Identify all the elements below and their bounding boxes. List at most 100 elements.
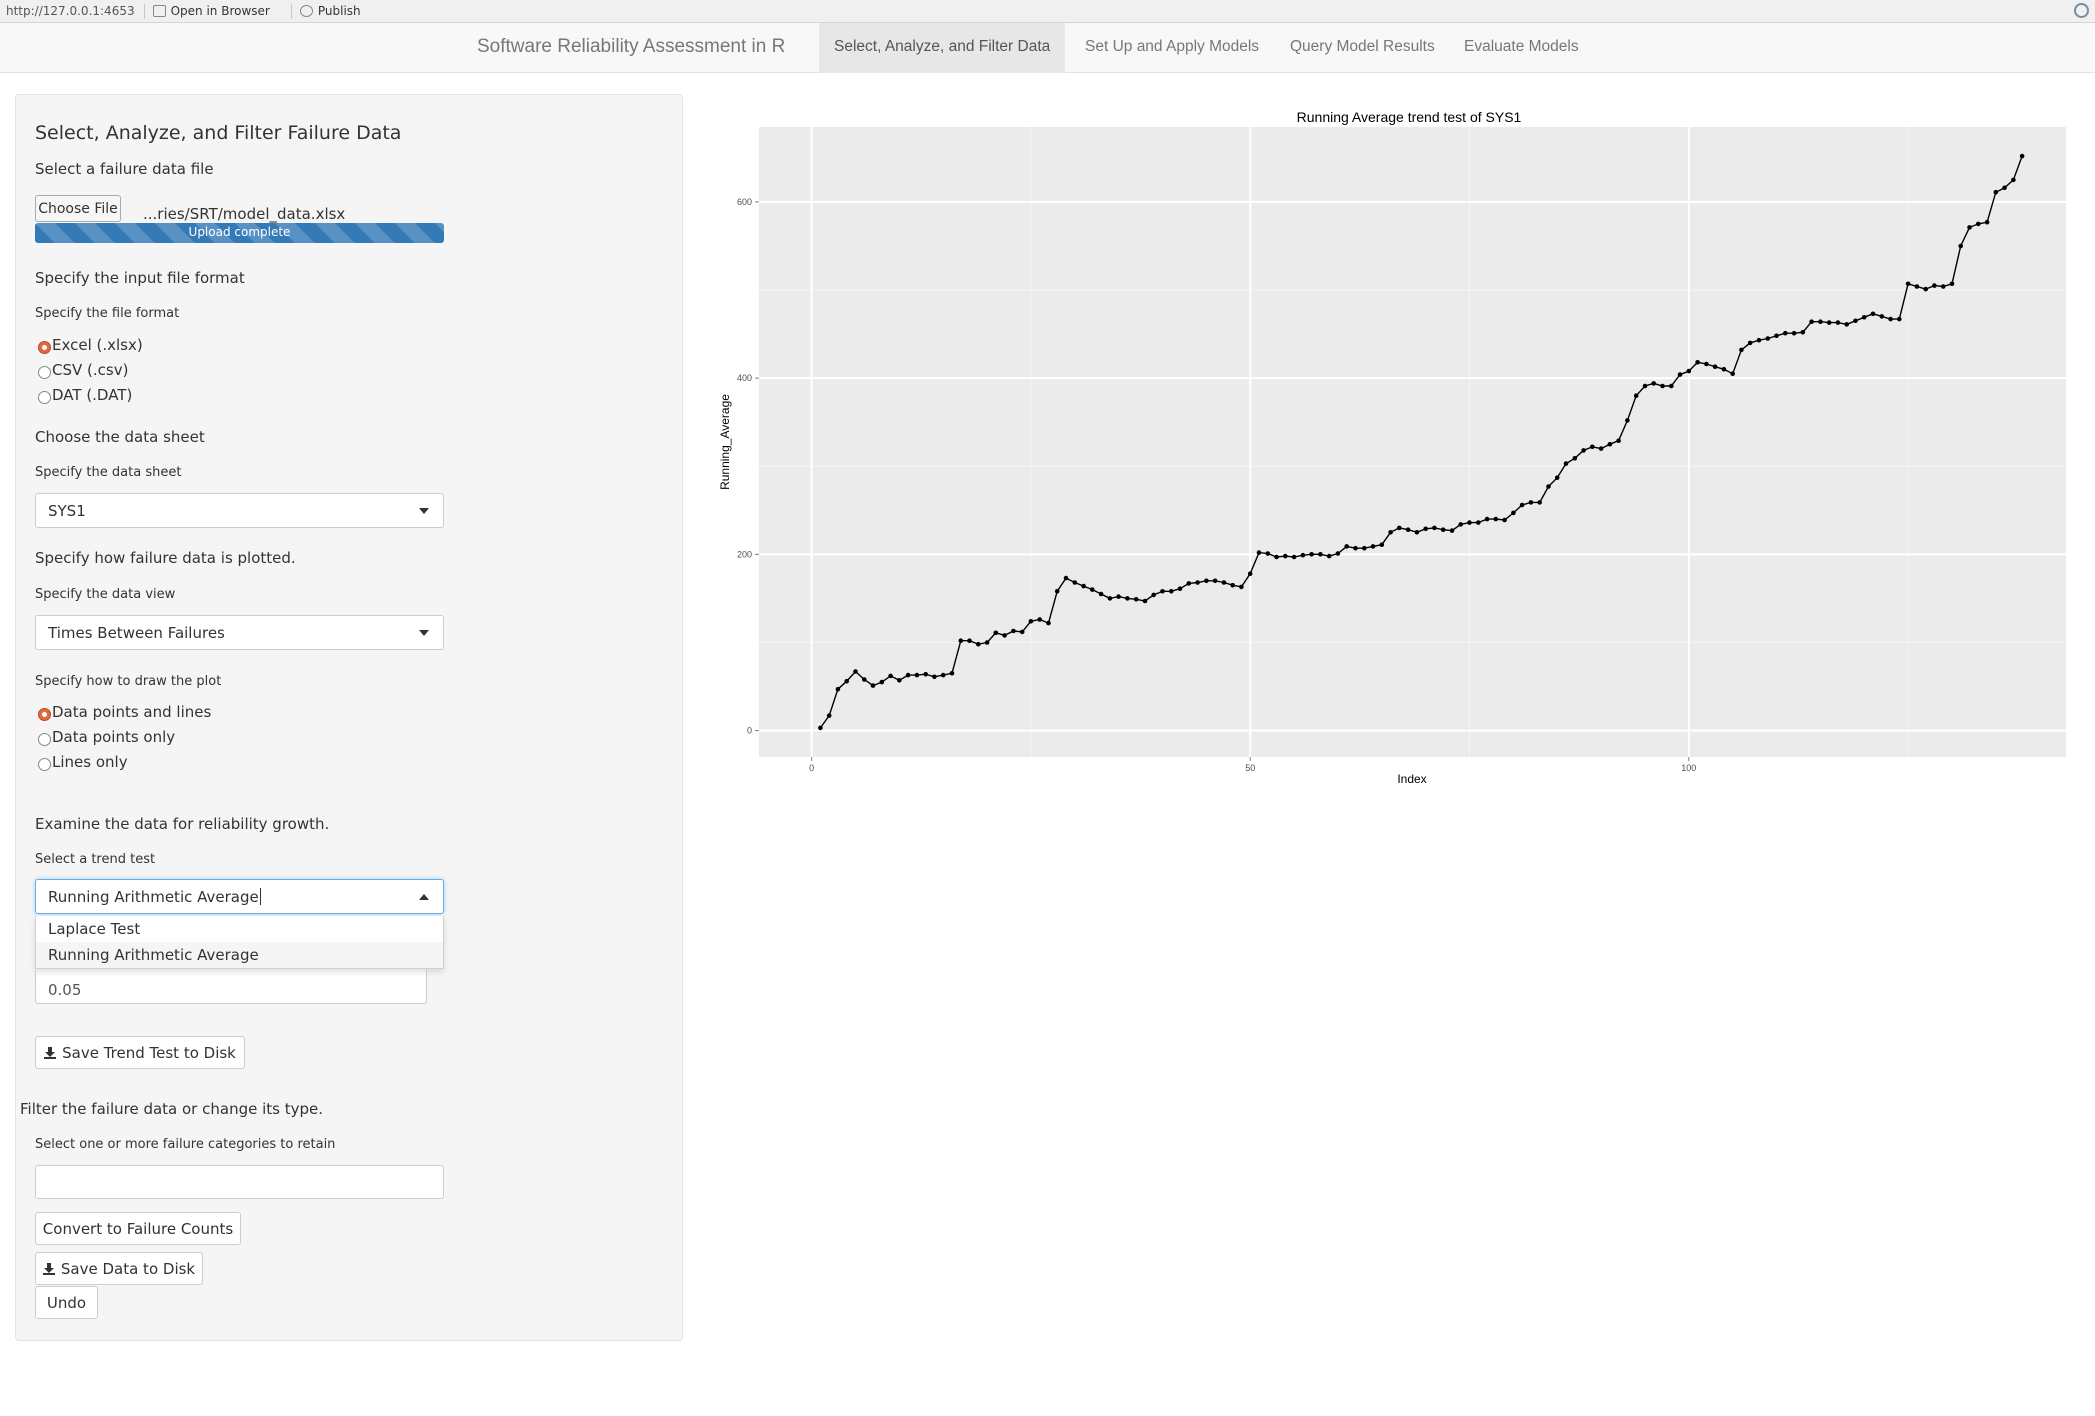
file-name-text: ...ries/SRT/model_data.xlsx — [143, 205, 346, 223]
draw-option-lines-only[interactable]: Lines only — [38, 752, 128, 771]
convert-failure-counts-button[interactable]: Convert to Failure Counts — [35, 1212, 241, 1245]
data-point — [1774, 333, 1779, 339]
confidence-value: 0.05 — [48, 980, 82, 999]
upload-status: Upload complete — [188, 225, 291, 239]
format-option-label: CSV (.csv) — [52, 360, 129, 379]
data-point — [1897, 316, 1902, 322]
tab-setup-apply-models[interactable]: Set Up and Apply Models — [1070, 23, 1274, 73]
tab-evaluate-models[interactable]: Evaluate Models — [1449, 23, 1594, 73]
data-point — [1151, 592, 1156, 598]
format-option-xlsx[interactable]: Excel (.xlsx) — [38, 335, 143, 354]
save-data-button[interactable]: Save Data to Disk — [35, 1252, 203, 1285]
open-in-browser-button[interactable]: Open in Browser — [152, 4, 270, 18]
format-option-dat[interactable]: DAT (.DAT) — [38, 385, 132, 404]
data-point — [949, 671, 955, 676]
confidence-input[interactable]: 0.05 — [35, 969, 427, 1004]
draw-option-points-lines[interactable]: Data points and lines — [38, 702, 211, 721]
undo-button[interactable]: Undo — [35, 1286, 98, 1319]
address-bar: http://127.0.0.1:4653 Open in Browser Pu… — [0, 0, 2095, 23]
data-point — [905, 672, 911, 678]
data-point — [1590, 444, 1595, 450]
data-point — [1704, 361, 1709, 367]
open-in-browser-label: Open in Browser — [170, 4, 270, 18]
data-point — [1423, 526, 1428, 532]
y-tick-label: 600 — [737, 197, 752, 207]
data-point — [1625, 418, 1630, 423]
data-point — [826, 713, 832, 718]
data-point — [879, 679, 885, 685]
data-point — [1809, 319, 1814, 324]
trend-option-laplace[interactable]: Laplace Test — [36, 916, 443, 942]
chart-title: Running Average trend test of SYS1 — [1297, 109, 1522, 125]
data-point — [1949, 281, 1955, 287]
radio-icon[interactable] — [38, 391, 51, 404]
data-point — [1607, 441, 1613, 447]
radio-selected-icon[interactable] — [38, 708, 51, 721]
data-point — [1019, 629, 1025, 635]
save-trend-test-label: Save Trend Test to Disk — [62, 1043, 236, 1062]
data-point — [1660, 383, 1665, 389]
data-point — [1116, 594, 1121, 599]
divider — [143, 3, 145, 19]
data-point — [932, 674, 937, 680]
trend-option-running-average[interactable]: Running Arithmetic Average — [36, 942, 443, 968]
data-point — [1993, 189, 1999, 195]
filter-heading: Filter the failure data or change its ty… — [20, 1100, 323, 1118]
data-point — [2011, 177, 2016, 183]
data-point — [1046, 620, 1051, 626]
format-option-csv[interactable]: CSV (.csv) — [38, 360, 128, 379]
data-point — [1379, 542, 1385, 547]
data-point — [1326, 553, 1332, 559]
draw-label: Specify how to draw the plot — [35, 674, 222, 689]
x-tick-label: 50 — [1245, 763, 1255, 773]
sheet-label: Specify the data sheet — [35, 465, 182, 480]
download-icon — [44, 1046, 57, 1059]
data-point — [1186, 581, 1192, 586]
save-trend-test-button[interactable]: Save Trend Test to Disk — [35, 1036, 245, 1069]
radio-icon[interactable] — [38, 733, 51, 746]
trend-test-dropdown: Laplace Test Running Arithmetic Average — [35, 916, 444, 969]
data-point — [1686, 368, 1692, 374]
data-point — [1432, 525, 1437, 531]
data-point — [1783, 330, 1788, 336]
data-point — [1291, 554, 1297, 560]
data-point — [1835, 320, 1841, 325]
data-point — [1932, 283, 1937, 288]
categories-input[interactable] — [35, 1165, 444, 1199]
sheet-heading: Choose the data sheet — [35, 428, 205, 446]
data-point — [1879, 314, 1885, 319]
choose-file-button[interactable]: Choose File — [35, 195, 121, 222]
radio-icon[interactable] — [38, 366, 51, 379]
chevron-up-icon — [419, 893, 429, 900]
data-point — [1747, 340, 1753, 346]
data-point — [1739, 347, 1744, 353]
data-point — [1405, 527, 1411, 532]
data-point — [1642, 383, 1648, 389]
y-tick-label: 400 — [737, 373, 752, 383]
tab-query-model-results[interactable]: Query Model Results — [1275, 23, 1450, 73]
data-point — [1230, 582, 1235, 588]
data-point — [1958, 243, 1963, 249]
data-point — [862, 677, 867, 682]
view-select[interactable]: Times Between Failures — [35, 615, 444, 650]
data-point — [1651, 381, 1656, 386]
data-point — [1826, 320, 1832, 325]
data-point — [1160, 589, 1165, 594]
trend-test-select[interactable]: Running Arithmetic Average — [35, 879, 444, 914]
data-point — [1598, 446, 1604, 451]
data-point — [1467, 520, 1472, 525]
draw-option-points-only[interactable]: Data points only — [38, 727, 175, 746]
data-point — [984, 640, 990, 645]
radio-icon[interactable] — [38, 758, 51, 771]
trend-test-value: Running Arithmetic Average — [48, 887, 259, 906]
sheet-select[interactable]: SYS1 — [35, 493, 444, 528]
tab-select-analyze-filter[interactable]: Select, Analyze, and Filter Data — [819, 23, 1066, 73]
data-point — [1440, 527, 1446, 532]
data-point — [967, 638, 972, 643]
data-point — [2019, 153, 2025, 159]
draw-option-label: Data points and lines — [52, 702, 212, 721]
data-point — [1370, 544, 1376, 549]
refresh-icon[interactable] — [2074, 3, 2089, 18]
radio-selected-icon[interactable] — [38, 341, 51, 354]
publish-button[interactable]: Publish — [299, 4, 361, 18]
